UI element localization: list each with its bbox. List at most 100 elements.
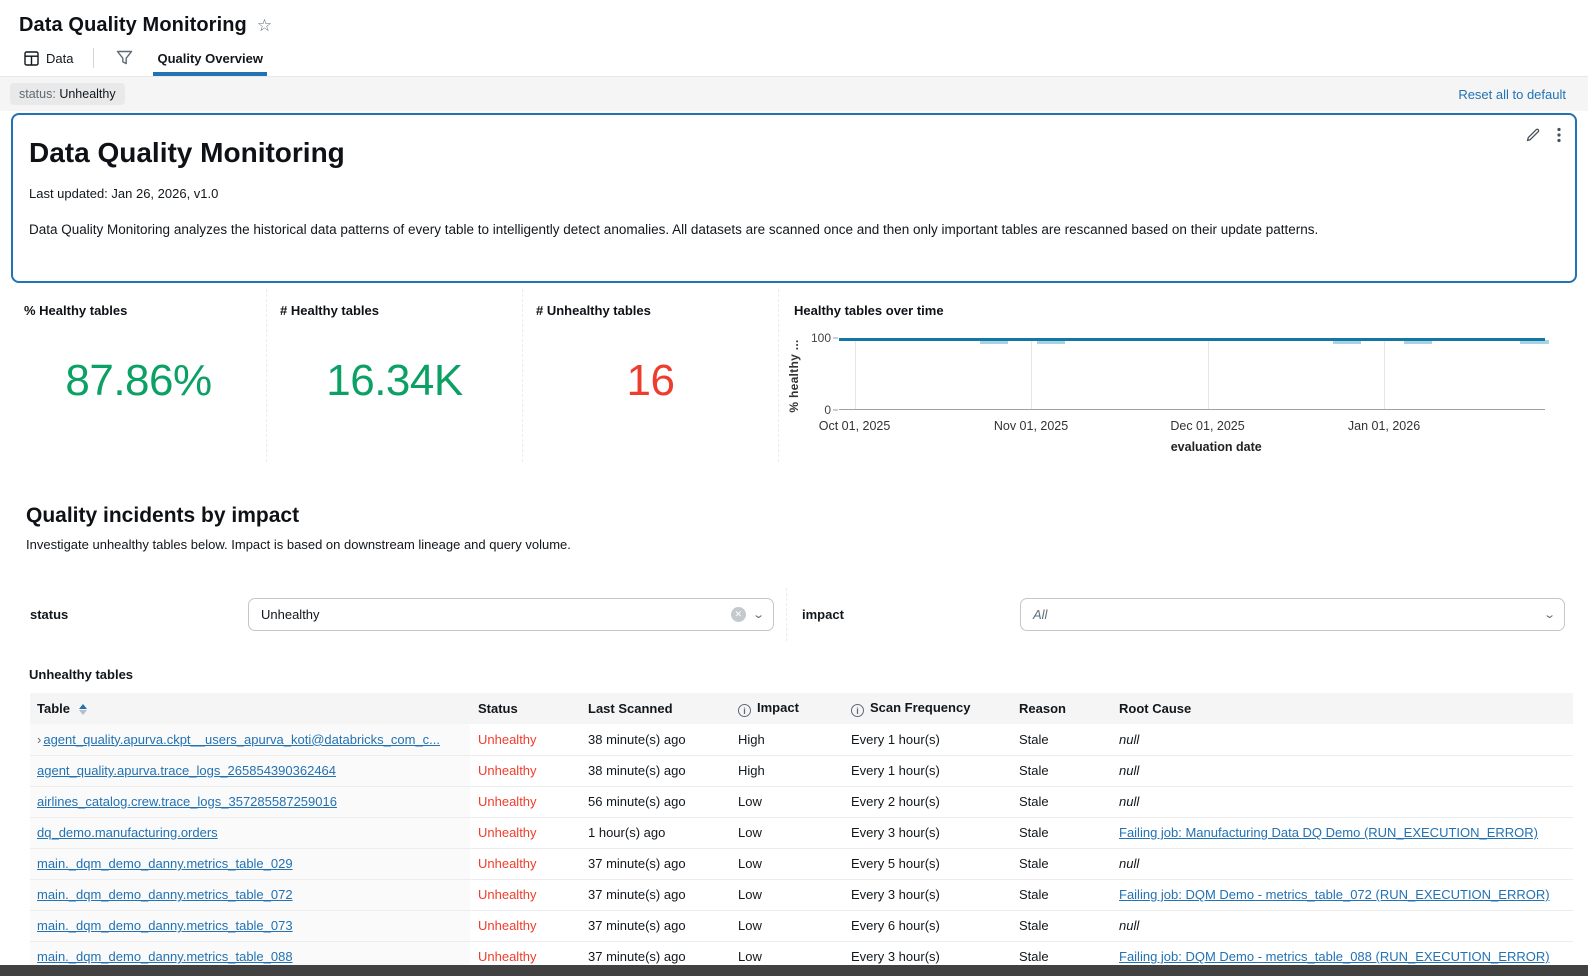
cell-reason: Stale (1011, 848, 1111, 879)
cell-reason: Stale (1011, 910, 1111, 941)
root-cause-null: null (1119, 856, 1139, 871)
description-widget-card: Data Quality Monitoring Last updated: Ja… (11, 113, 1577, 283)
status-filter-select[interactable]: Unhealthy ✕ ⌄ (248, 598, 774, 631)
table-name-link[interactable]: main._dqm_demo_danny.metrics_table_073 (37, 918, 293, 933)
sort-icon[interactable] (79, 704, 87, 715)
table-row: airlines_catalog.crew.trace_logs_3572855… (30, 786, 1573, 817)
table-name-link[interactable]: dq_demo.manufacturing.orders (37, 825, 218, 840)
impact-filter-value: All (1033, 607, 1545, 622)
kpi-row: % Healthy tables 87.86% # Healthy tables… (11, 289, 1577, 462)
cell-status: Unhealthy (470, 817, 580, 848)
column-header-scan-frequency[interactable]: iScan Frequency (843, 693, 1011, 724)
chart-x-tick: Jan 01, 2026 (1348, 419, 1420, 433)
expand-chevron-icon[interactable]: › (37, 732, 41, 747)
kpi-label: # Unhealthy tables (536, 303, 765, 318)
root-cause-link[interactable]: Failing job: Manufacturing Data DQ Demo … (1119, 825, 1538, 840)
cell-table-name: dq_demo.manufacturing.orders (30, 817, 470, 848)
column-header-table[interactable]: Table (30, 693, 470, 724)
tab-data-label: Data (46, 51, 73, 66)
tab-data[interactable]: Data (14, 40, 83, 76)
favorite-star-icon[interactable]: ☆ (257, 16, 272, 36)
kpi-value: 16.34K (280, 356, 509, 406)
page-header: Data Quality Monitoring ☆ (0, 0, 1588, 40)
kpi-card-pct-healthy: % Healthy tables 87.86% (11, 289, 267, 462)
incidents-title: Quality incidents by impact (26, 504, 1588, 528)
root-cause-link[interactable]: Failing job: DQM Demo - metrics_table_08… (1119, 949, 1550, 964)
cell-scan-frequency: Every 5 hour(s) (843, 848, 1011, 879)
status-filter-label: status (30, 607, 248, 622)
table-name-link[interactable]: main._dqm_demo_danny.metrics_table_072 (37, 887, 293, 902)
column-header-impact[interactable]: iImpact (730, 693, 843, 724)
chip-key: status: (19, 87, 56, 101)
cell-scan-frequency: Every 3 hour(s) (843, 817, 1011, 848)
cell-status: Unhealthy (470, 879, 580, 910)
cell-root-cause: null (1111, 910, 1573, 941)
cell-impact: High (730, 724, 843, 755)
table-name-link[interactable]: agent_quality.apurva.ckpt__users_apurva_… (43, 732, 440, 747)
unhealthy-tables-section: Unhealthy tables TableStatusLast Scanned… (11, 667, 1577, 973)
cell-last-scanned: 37 minute(s) ago (580, 879, 730, 910)
cell-table-name: main._dqm_demo_danny.metrics_table_029 (30, 848, 470, 879)
table-name-link[interactable]: agent_quality.apurva.trace_logs_26585439… (37, 763, 336, 778)
cell-impact: High (730, 755, 843, 786)
dashboard-page: Data Quality Monitoring ☆ Data Quality O… (0, 0, 1588, 976)
clear-filter-icon[interactable]: ✕ (731, 607, 746, 622)
cell-table-name: main._dqm_demo_danny.metrics_table_073 (30, 910, 470, 941)
chart-y-axis-label: % healthy ... (787, 339, 801, 412)
root-cause-link[interactable]: Failing job: DQM Demo - metrics_table_07… (1119, 887, 1550, 902)
cell-scan-frequency: Every 6 hour(s) (843, 910, 1011, 941)
filter-funnel-icon[interactable] (104, 40, 145, 76)
root-cause-null: null (1119, 763, 1139, 778)
chart-y-tick: 100 (811, 331, 831, 345)
column-header-reason[interactable]: Reason (1011, 693, 1111, 724)
chart-line-series (839, 338, 1545, 341)
cell-reason: Stale (1011, 724, 1111, 755)
cell-reason: Stale (1011, 879, 1111, 910)
cell-status: Unhealthy (470, 724, 580, 755)
info-icon[interactable]: i (851, 704, 864, 717)
cell-impact: Low (730, 848, 843, 879)
column-header-status[interactable]: Status (470, 693, 580, 724)
cell-table-name: agent_quality.apurva.trace_logs_26585439… (30, 755, 470, 786)
cell-last-scanned: 37 minute(s) ago (580, 848, 730, 879)
chevron-down-icon: ⌄ (752, 608, 765, 621)
chart-y-tick-mark (833, 338, 838, 339)
column-header-root-cause[interactable]: Root Cause (1111, 693, 1573, 724)
cell-status: Unhealthy (470, 910, 580, 941)
table-row: ›agent_quality.apurva.ckpt__users_apurva… (30, 724, 1573, 755)
reset-all-link[interactable]: Reset all to default (1458, 87, 1566, 102)
chart-gridline (1384, 338, 1385, 410)
cell-last-scanned: 1 hour(s) ago (580, 817, 730, 848)
info-icon[interactable]: i (738, 704, 751, 717)
widget-description: Data Quality Monitoring analyzes the his… (29, 221, 1559, 240)
table-name-link[interactable]: main._dqm_demo_danny.metrics_table_029 (37, 856, 293, 871)
root-cause-null: null (1119, 918, 1139, 933)
chart-y-tick-mark (833, 410, 838, 411)
status-filter-card: status Unhealthy ✕ ⌄ (11, 588, 787, 641)
filter-chip-band: status: Unhealthy Reset all to default (0, 76, 1588, 111)
cell-root-cause: null (1111, 724, 1573, 755)
cell-last-scanned: 37 minute(s) ago (580, 910, 730, 941)
status-filter-chip[interactable]: status: Unhealthy (10, 83, 125, 105)
impact-filter-select[interactable]: All ⌄ (1020, 598, 1565, 631)
chart-gridline (1031, 338, 1032, 410)
edit-pencil-icon[interactable] (1525, 127, 1541, 143)
chart-x-tick: Nov 01, 2025 (994, 419, 1068, 433)
chart-title: Healthy tables over time (794, 303, 1564, 318)
cell-scan-frequency: Every 3 hour(s) (843, 879, 1011, 910)
cell-status: Unhealthy (470, 755, 580, 786)
chart-x-tick: Oct 01, 2025 (819, 419, 891, 433)
cell-root-cause: null (1111, 786, 1573, 817)
cell-status: Unhealthy (470, 848, 580, 879)
cell-impact: Low (730, 879, 843, 910)
active-tab-underline (153, 72, 267, 76)
column-header-last-scanned[interactable]: Last Scanned (580, 693, 730, 724)
status-filter-value: Unhealthy (261, 607, 731, 622)
table-name-link[interactable]: main._dqm_demo_danny.metrics_table_088 (37, 949, 293, 964)
kebab-menu-icon[interactable] (1557, 127, 1561, 143)
table-name-link[interactable]: airlines_catalog.crew.trace_logs_3572855… (37, 794, 337, 809)
impact-filter-label: impact (802, 607, 1020, 622)
tab-quality-overview[interactable]: Quality Overview (145, 40, 275, 76)
chip-value: Unhealthy (59, 87, 115, 101)
chart-plot-area[interactable]: Oct 01, 2025Nov 01, 2025Dec 01, 2025Jan … (839, 338, 1545, 410)
